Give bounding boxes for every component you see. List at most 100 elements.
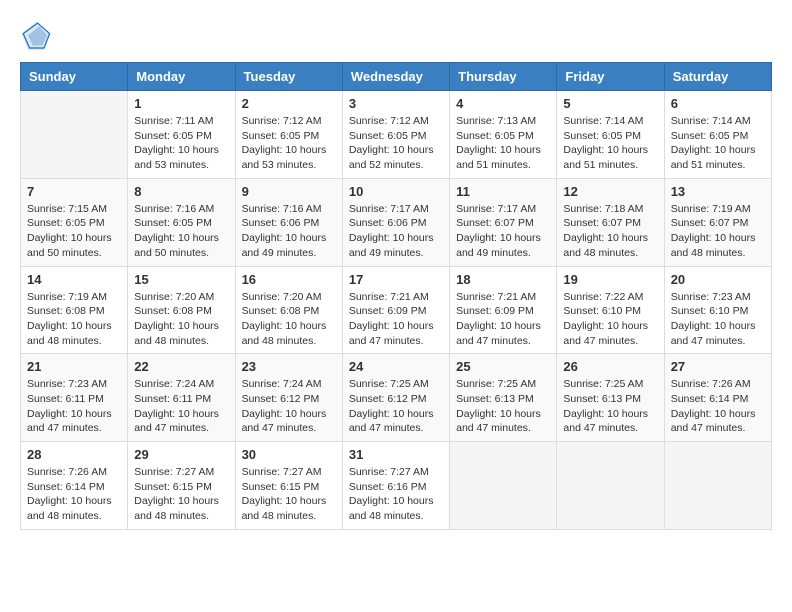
day-cell: 15 Sunrise: 7:20 AM Sunset: 6:08 PM Dayli…	[128, 266, 235, 354]
day-info: Sunrise: 7:26 AM Sunset: 6:14 PM Dayligh…	[671, 377, 765, 436]
day-cell: 22 Sunrise: 7:24 AM Sunset: 6:11 PM Dayli…	[128, 354, 235, 442]
day-cell	[450, 442, 557, 530]
day-info: Sunrise: 7:25 AM Sunset: 6:13 PM Dayligh…	[563, 377, 657, 436]
day-number: 8	[134, 184, 228, 199]
day-info: Sunrise: 7:18 AM Sunset: 6:07 PM Dayligh…	[563, 202, 657, 261]
day-header-saturday: Saturday	[664, 63, 771, 91]
day-number: 23	[242, 359, 336, 374]
day-number: 1	[134, 96, 228, 111]
day-cell: 26 Sunrise: 7:25 AM Sunset: 6:13 PM Dayli…	[557, 354, 664, 442]
day-cell: 14Sunrise: 7:19 AM Sunset: 6:08 PM Dayli…	[21, 266, 128, 354]
day-info: Sunrise: 7:15 AM Sunset: 6:05 PM Dayligh…	[27, 202, 121, 261]
logo	[20, 20, 56, 52]
day-number: 17	[349, 272, 443, 287]
day-header-friday: Friday	[557, 63, 664, 91]
day-info: Sunrise: 7:17 AM Sunset: 6:07 PM Dayligh…	[456, 202, 550, 261]
day-info: Sunrise: 7:21 AM Sunset: 6:09 PM Dayligh…	[349, 290, 443, 349]
day-cell: 25 Sunrise: 7:25 AM Sunset: 6:13 PM Dayli…	[450, 354, 557, 442]
day-number: 5	[563, 96, 657, 111]
week-row-2: 14Sunrise: 7:19 AM Sunset: 6:08 PM Dayli…	[21, 266, 772, 354]
day-header-thursday: Thursday	[450, 63, 557, 91]
day-info: Sunrise: 7:13 AM Sunset: 6:05 PM Dayligh…	[456, 114, 550, 173]
day-info: Sunrise: 7:19 AM Sunset: 6:07 PM Dayligh…	[671, 202, 765, 261]
day-number: 2	[242, 96, 336, 111]
day-info: Sunrise: 7:14 AM Sunset: 6:05 PM Dayligh…	[671, 114, 765, 173]
calendar-header: SundayMondayTuesdayWednesdayThursdayFrid…	[21, 63, 772, 91]
day-cell: 8Sunrise: 7:16 AM Sunset: 6:05 PM Daylig…	[128, 178, 235, 266]
day-number: 31	[349, 447, 443, 462]
day-number: 20	[671, 272, 765, 287]
day-info: Sunrise: 7:20 AM Sunset: 6:08 PM Dayligh…	[242, 290, 336, 349]
day-cell	[21, 91, 128, 179]
day-info: Sunrise: 7:14 AM Sunset: 6:05 PM Dayligh…	[563, 114, 657, 173]
day-number: 13	[671, 184, 765, 199]
day-number: 7	[27, 184, 121, 199]
day-cell: 24 Sunrise: 7:25 AM Sunset: 6:12 PM Dayli…	[342, 354, 449, 442]
header-row: SundayMondayTuesdayWednesdayThursdayFrid…	[21, 63, 772, 91]
day-number: 15	[134, 272, 228, 287]
day-number: 25	[456, 359, 550, 374]
day-number: 12	[563, 184, 657, 199]
day-number: 6	[671, 96, 765, 111]
day-number: 29	[134, 447, 228, 462]
day-info: Sunrise: 7:20 AM Sunset: 6:08 PM Dayligh…	[134, 290, 228, 349]
day-info: Sunrise: 7:24 AM Sunset: 6:11 PM Dayligh…	[134, 377, 228, 436]
day-info: Sunrise: 7:16 AM Sunset: 6:06 PM Dayligh…	[242, 202, 336, 261]
day-number: 9	[242, 184, 336, 199]
day-info: Sunrise: 7:21 AM Sunset: 6:09 PM Dayligh…	[456, 290, 550, 349]
day-info: Sunrise: 7:12 AM Sunset: 6:05 PM Dayligh…	[349, 114, 443, 173]
day-number: 10	[349, 184, 443, 199]
day-cell: 5 Sunrise: 7:14 AM Sunset: 6:05 PM Daylig…	[557, 91, 664, 179]
day-number: 21	[27, 359, 121, 374]
day-number: 4	[456, 96, 550, 111]
day-info: Sunrise: 7:23 AM Sunset: 6:10 PM Dayligh…	[671, 290, 765, 349]
day-cell: 3 Sunrise: 7:12 AM Sunset: 6:05 PM Daylig…	[342, 91, 449, 179]
day-cell: 17 Sunrise: 7:21 AM Sunset: 6:09 PM Dayli…	[342, 266, 449, 354]
day-cell: 27 Sunrise: 7:26 AM Sunset: 6:14 PM Dayli…	[664, 354, 771, 442]
calendar-body: 1 Sunrise: 7:11 AM Sunset: 6:05 PM Daylig…	[21, 91, 772, 530]
week-row-1: 7 Sunrise: 7:15 AM Sunset: 6:05 PM Daylig…	[21, 178, 772, 266]
day-cell	[557, 442, 664, 530]
day-number: 11	[456, 184, 550, 199]
day-cell: 29 Sunrise: 7:27 AM Sunset: 6:15 PM Dayli…	[128, 442, 235, 530]
day-header-sunday: Sunday	[21, 63, 128, 91]
day-info: Sunrise: 7:24 AM Sunset: 6:12 PM Dayligh…	[242, 377, 336, 436]
day-cell: 18 Sunrise: 7:21 AM Sunset: 6:09 PM Dayli…	[450, 266, 557, 354]
day-cell: 31 Sunrise: 7:27 AM Sunset: 6:16 PM Dayli…	[342, 442, 449, 530]
day-number: 26	[563, 359, 657, 374]
week-row-4: 28Sunrise: 7:26 AM Sunset: 6:14 PM Dayli…	[21, 442, 772, 530]
day-header-wednesday: Wednesday	[342, 63, 449, 91]
day-info: Sunrise: 7:17 AM Sunset: 6:06 PM Dayligh…	[349, 202, 443, 261]
day-number: 14	[27, 272, 121, 287]
day-number: 27	[671, 359, 765, 374]
day-cell: 12 Sunrise: 7:18 AM Sunset: 6:07 PM Dayli…	[557, 178, 664, 266]
day-cell: 9 Sunrise: 7:16 AM Sunset: 6:06 PM Daylig…	[235, 178, 342, 266]
day-number: 22	[134, 359, 228, 374]
day-header-tuesday: Tuesday	[235, 63, 342, 91]
day-cell: 19Sunrise: 7:22 AM Sunset: 6:10 PM Dayli…	[557, 266, 664, 354]
day-info: Sunrise: 7:27 AM Sunset: 6:15 PM Dayligh…	[134, 465, 228, 524]
day-info: Sunrise: 7:27 AM Sunset: 6:15 PM Dayligh…	[242, 465, 336, 524]
day-cell: 23 Sunrise: 7:24 AM Sunset: 6:12 PM Dayli…	[235, 354, 342, 442]
day-number: 24	[349, 359, 443, 374]
day-cell: 30 Sunrise: 7:27 AM Sunset: 6:15 PM Dayli…	[235, 442, 342, 530]
page-header	[20, 20, 772, 52]
day-cell: 13 Sunrise: 7:19 AM Sunset: 6:07 PM Dayli…	[664, 178, 771, 266]
day-cell: 20 Sunrise: 7:23 AM Sunset: 6:10 PM Dayli…	[664, 266, 771, 354]
day-cell: 2Sunrise: 7:12 AM Sunset: 6:05 PM Daylig…	[235, 91, 342, 179]
day-number: 18	[456, 272, 550, 287]
day-number: 16	[242, 272, 336, 287]
day-cell: 6 Sunrise: 7:14 AM Sunset: 6:05 PM Daylig…	[664, 91, 771, 179]
day-cell: 28Sunrise: 7:26 AM Sunset: 6:14 PM Dayli…	[21, 442, 128, 530]
day-info: Sunrise: 7:27 AM Sunset: 6:16 PM Dayligh…	[349, 465, 443, 524]
day-cell	[664, 442, 771, 530]
day-info: Sunrise: 7:25 AM Sunset: 6:12 PM Dayligh…	[349, 377, 443, 436]
week-row-3: 21Sunrise: 7:23 AM Sunset: 6:11 PM Dayli…	[21, 354, 772, 442]
day-number: 19	[563, 272, 657, 287]
day-header-monday: Monday	[128, 63, 235, 91]
day-info: Sunrise: 7:25 AM Sunset: 6:13 PM Dayligh…	[456, 377, 550, 436]
day-number: 30	[242, 447, 336, 462]
day-cell: 4 Sunrise: 7:13 AM Sunset: 6:05 PM Daylig…	[450, 91, 557, 179]
day-number: 3	[349, 96, 443, 111]
day-info: Sunrise: 7:11 AM Sunset: 6:05 PM Dayligh…	[134, 114, 228, 173]
